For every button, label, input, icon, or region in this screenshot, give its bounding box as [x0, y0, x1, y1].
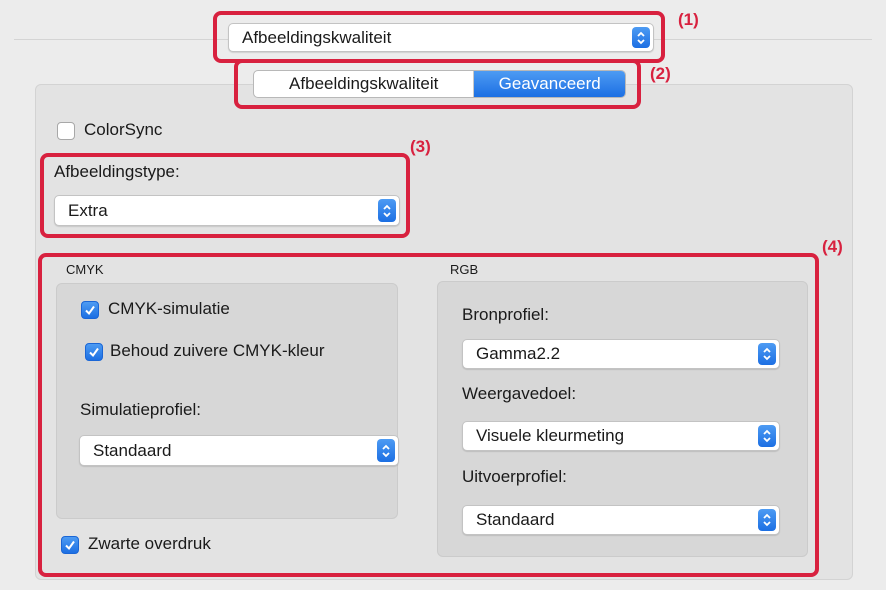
callout-4: (4)	[822, 237, 843, 256]
colorsync-checkbox[interactable]	[57, 122, 75, 140]
annotation-box-3	[40, 153, 410, 238]
callout-3: (3)	[410, 137, 431, 156]
callout-2: (2)	[650, 64, 671, 83]
callout-1: (1)	[678, 10, 699, 29]
annotation-box-4	[38, 253, 819, 577]
annotation-box-1	[213, 11, 665, 63]
annotation-box-2	[234, 59, 641, 109]
colorsync-label: ColorSync	[84, 120, 163, 139]
